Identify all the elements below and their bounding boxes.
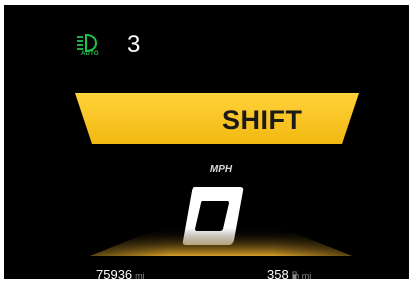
cluster-display: AUTO 3 SHIFT MPH 0 <box>4 5 409 279</box>
range-value: 358 <box>267 267 289 280</box>
road-glow-decoration <box>90 228 352 256</box>
odometer: 75936 mi <box>96 267 145 280</box>
range-unit: mi <box>301 271 312 279</box>
gear-indicator: 3 <box>127 31 141 58</box>
odometer-value: 75936 <box>96 267 133 280</box>
headlamp-auto-label: AUTO <box>81 51 99 57</box>
fuel-pump-icon <box>292 271 299 279</box>
shift-alert-label: SHIFT <box>222 105 303 135</box>
shift-alert-banner <box>75 93 359 144</box>
odometer-unit: mi <box>135 271 145 279</box>
speed-unit-label: MPH <box>209 164 233 175</box>
fuel-range: 358 mi <box>267 268 311 279</box>
